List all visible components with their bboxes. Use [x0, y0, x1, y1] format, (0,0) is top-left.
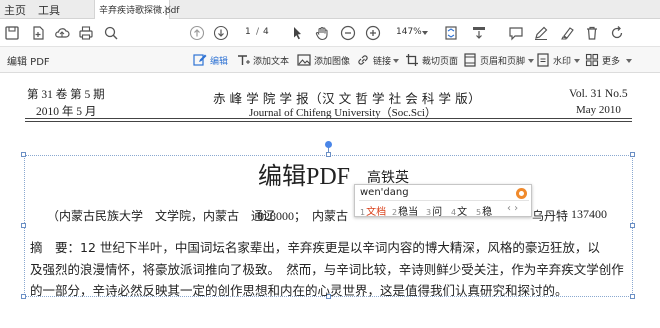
create-document-icon[interactable] [29, 24, 47, 42]
abstract-line[interactable]: 的一部分，辛诗必然反映其一定的创作思想和内在的心灵世界，这是值得我们认真研究和探… [30, 280, 568, 299]
journal-date-cn: 2010 年 5 月 [36, 106, 97, 118]
watermark-chevron-down-icon [574, 59, 580, 63]
crop-page-button[interactable]: 裁切页面 [405, 51, 459, 69]
print-icon[interactable] [77, 24, 95, 42]
affiliation-second[interactable]: 内蒙古 [312, 207, 348, 224]
resize-handle-right[interactable] [630, 223, 635, 228]
add-text-button[interactable]: 添加文本 [236, 51, 292, 69]
ime-composition: wen'dang [360, 187, 409, 198]
zoom-in-icon[interactable] [364, 24, 382, 42]
delete-icon[interactable] [583, 24, 601, 42]
previous-page-icon[interactable] [188, 24, 206, 42]
header-rule [25, 121, 632, 122]
add-image-label: 添加图像 [314, 57, 351, 67]
link-icon [358, 55, 368, 65]
header-footer-icon [464, 53, 476, 67]
resize-handle-bottom-left[interactable] [21, 294, 26, 299]
select-cursor-icon[interactable] [288, 24, 306, 42]
add-image-icon [297, 54, 311, 66]
header-footer-button[interactable]: 页眉和页脚 [463, 51, 535, 69]
more-icon [585, 53, 599, 67]
more-button[interactable]: 更多 [585, 51, 635, 69]
upload-cloud-icon[interactable] [53, 24, 71, 42]
tab-home[interactable]: 主页 [4, 2, 26, 18]
add-image-button[interactable]: 添加图像 [297, 51, 353, 69]
header-footer-label: 页眉和页脚 [480, 57, 526, 67]
watermark-icon [537, 53, 549, 67]
link-button[interactable]: 链接 [356, 51, 400, 69]
ime-candidate-4[interactable]: 4文 [451, 203, 467, 218]
ime-divider [359, 200, 529, 201]
edit-button[interactable]: 编辑 [193, 51, 231, 69]
journal-volume-issue: 第 31 卷 第 5 期 [27, 89, 105, 101]
add-text-icon [238, 55, 250, 65]
abstract-line[interactable]: 摘 要：12 世纪下半叶，中国词坛名家辈出，辛弃疾更是以辛词内容的博大精深，风格… [30, 237, 600, 256]
main-toolbar: 1 / 4 147% [0, 19, 660, 47]
zoom-out-icon[interactable] [339, 24, 357, 42]
ime-page-arrows[interactable]: ‹ › [507, 203, 518, 214]
resize-handle-top-right[interactable] [630, 152, 635, 157]
ime-logo-icon[interactable] [516, 188, 527, 199]
ime-candidate-1[interactable]: 1文档 [360, 203, 386, 218]
affiliation-right-town[interactable]: 乌丹特 [532, 207, 568, 224]
edit-pdf-ribbon: 编辑 PDF 编辑 添加文本 添加图像 链接 裁切页面 页眉和页脚 水印 更多 [0, 47, 660, 73]
more-chevron-down-icon [626, 59, 632, 63]
resize-handle-top-left[interactable] [21, 152, 26, 157]
close-tab-icon[interactable]: × [163, 2, 172, 15]
current-page: 1 [245, 27, 251, 37]
resize-handle-left[interactable] [21, 223, 26, 228]
save-icon[interactable] [3, 24, 21, 42]
ime-candidate-3[interactable]: 3问 [426, 203, 442, 218]
document-title[interactable]: 编辑PDF [258, 156, 350, 191]
ime-candidate-5[interactable]: 5稳 [476, 203, 492, 218]
link-chevron-down-icon [393, 59, 399, 63]
add-text-label: 添加文本 [253, 57, 290, 67]
watermark-label: 水印 [553, 57, 572, 67]
rotation-handle[interactable] [325, 141, 332, 148]
comment-icon[interactable] [507, 24, 525, 42]
rotate-icon[interactable] [608, 24, 626, 42]
tab-document[interactable]: 辛弃疾诗歌探微.pdf × [94, 0, 179, 19]
resize-handle-bottom-right[interactable] [630, 294, 635, 299]
next-page-icon[interactable] [212, 24, 230, 42]
author-affiliation[interactable]: （内蒙古民族大学 文学院，内蒙古 通辽 [47, 207, 275, 224]
pen-icon[interactable] [532, 24, 550, 42]
watermark-button[interactable]: 水印 [536, 51, 580, 69]
hand-tool-icon[interactable] [313, 24, 331, 42]
page-separator: / [256, 27, 260, 37]
search-icon[interactable] [102, 24, 120, 42]
edit-icon [193, 54, 207, 66]
affiliation-right-zip[interactable]: 137400 [571, 207, 607, 222]
chevron-down-icon [422, 31, 428, 35]
edit-label: 编辑 [210, 57, 229, 67]
zoom-value: 147% [396, 27, 422, 37]
tab-bar: 主页 工具 辛弃疾诗歌探微.pdf × [0, 0, 660, 19]
ime-candidate-2[interactable]: 2稳当 [392, 203, 418, 218]
page-number-field[interactable]: 1 / 4 [241, 25, 273, 41]
scroll-mode-icon[interactable] [470, 24, 488, 42]
header-rule [25, 118, 632, 119]
abstract-line[interactable]: 及强烈的浪漫情怀，将豪放派词推向了极致。 然而，与辛词比较，辛诗则鲜少受关注，作… [30, 259, 624, 278]
ribbon-title: 编辑 PDF [7, 57, 50, 68]
more-label: 更多 [602, 57, 621, 67]
tab-tools[interactable]: 工具 [38, 2, 60, 18]
zoom-select[interactable]: 147% [392, 25, 432, 41]
crop-icon [406, 54, 418, 66]
ime-candidate-window: wen'dang 1文档 2稳当 3问 4文 5稳 ‹ › [354, 184, 532, 218]
fit-page-icon[interactable] [442, 24, 460, 42]
link-label: 链接 [373, 57, 392, 67]
journal-volume-en: Vol. 31 No.5 [569, 88, 628, 100]
highlighter-icon[interactable] [558, 24, 576, 42]
crop-page-label: 裁切页面 [422, 57, 459, 67]
affiliation-zip[interactable]: 028000； [258, 207, 306, 224]
total-pages: 4 [263, 27, 269, 37]
header-footer-chevron-down-icon [528, 59, 534, 63]
journal-date-en: May 2010 [576, 104, 621, 116]
